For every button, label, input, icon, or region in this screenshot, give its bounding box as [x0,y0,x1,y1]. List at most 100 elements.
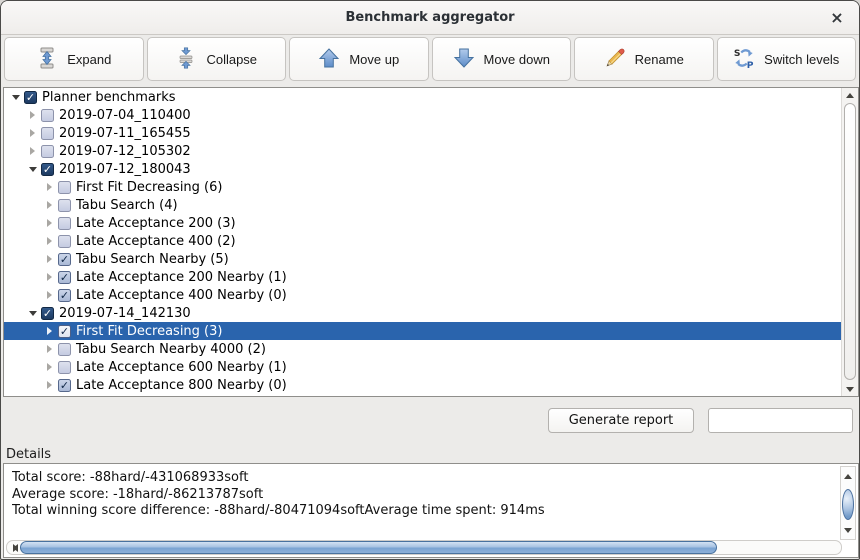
tree-row[interactable]: ✓ 2019-07-12_180043 [4,160,841,178]
tree-row[interactable]: 2019-07-04_110400 [4,106,841,124]
tree-scrollbar-thumb[interactable] [844,103,856,380]
checkbox-checked[interactable]: ✓ [41,307,54,320]
close-icon[interactable]: × [825,5,849,29]
tree-row-label: Late Acceptance 200 (3) [76,216,236,231]
move-up-button[interactable]: Move up [289,37,429,81]
expander-open-icon[interactable] [26,163,39,176]
tree-row-selected[interactable]: ✓ First Fit Decreasing (3) [4,322,841,340]
checkbox-checked[interactable]: ✓ [58,289,71,302]
details-text: Total score: -88hard/-431068933soft Aver… [12,470,834,520]
tree-row[interactable]: Tabu Search (4) [4,196,841,214]
tree-row-label: Tabu Search Nearby 4000 (2) [76,342,266,357]
checkbox-unchecked[interactable] [41,109,54,122]
checkbox-unchecked[interactable] [58,181,71,194]
tree-row-label: First Fit Decreasing (3) [76,324,222,339]
checkbox-unchecked[interactable] [58,217,71,230]
checkbox-unchecked[interactable] [58,343,71,356]
tree-row[interactable]: ✓ Tabu Search Nearby (5) [4,250,841,268]
details-vscroll-thumb[interactable] [842,489,854,520]
collapse-button[interactable]: Collapse [147,37,287,81]
move-down-icon [453,47,475,72]
expander-closed-icon[interactable] [43,379,56,392]
checkbox-unchecked[interactable] [41,145,54,158]
tree-row[interactable]: Late Acceptance 400 (2) [4,232,841,250]
details-vertical-scrollbar[interactable] [840,466,856,540]
expander-closed-icon[interactable] [43,343,56,356]
tree-row[interactable]: ✓ Late Acceptance 800 Nearby (0) [4,376,841,394]
checkbox-unchecked[interactable] [58,199,71,212]
move-down-button-label: Move down [484,52,550,67]
checkbox-checked[interactable]: ✓ [58,379,71,392]
expand-button[interactable]: Expand [4,37,144,81]
collapse-icon [175,47,197,72]
title-bar[interactable]: Benchmark aggregator × [1,1,859,35]
rename-button-label: Rename [635,52,684,67]
tree-row-label: Late Acceptance 200 Nearby (1) [76,270,287,285]
expander-closed-icon[interactable] [26,109,39,122]
tree-row-label: Tabu Search (4) [76,198,178,213]
details-horizontal-scrollbar[interactable] [6,540,842,555]
tree-row-label: 2019-07-12_105302 [59,144,191,159]
tree-row[interactable]: Late Acceptance 200 (3) [4,214,841,232]
scroll-right-icon[interactable] [7,541,23,554]
details-label: Details [6,447,51,462]
checkbox-unchecked[interactable] [58,235,71,248]
tree-row[interactable]: Tabu Search Nearby 4000 (2) [4,340,841,358]
checkbox-checked[interactable]: ✓ [58,325,71,338]
details-hscroll-thumb[interactable] [20,541,717,554]
rename-icon [604,47,626,72]
expander-closed-icon[interactable] [43,199,56,212]
tree-row-label: Late Acceptance 400 Nearby (0) [76,288,287,303]
checkbox-checked[interactable]: ✓ [58,271,71,284]
tree-row[interactable]: Late Acceptance 600 Nearby (1) [4,358,841,376]
expander-closed-icon[interactable] [43,289,56,302]
tree-vertical-scrollbar[interactable] [841,88,858,396]
move-up-button-label: Move up [349,52,399,67]
expander-closed-icon[interactable] [43,271,56,284]
expander-closed-icon[interactable] [43,217,56,230]
checkbox-checked[interactable]: ✓ [58,253,71,266]
tree-row[interactable]: ✓ 2019-07-14_142130 [4,304,841,322]
tree-row[interactable]: ✓ Planner benchmarks [4,88,841,106]
expand-button-label: Expand [67,52,111,67]
expander-closed-icon[interactable] [43,181,56,194]
window-title: Benchmark aggregator [345,10,514,25]
tree-row-label: 2019-07-04_110400 [59,108,191,123]
benchmark-tree: ✓ Planner benchmarks 2019-07-04_110400 2… [3,87,859,397]
expander-closed-icon[interactable] [26,127,39,140]
checkbox-checked[interactable]: ✓ [41,163,54,176]
report-name-field[interactable] [708,408,853,433]
expander-closed-icon[interactable] [43,235,56,248]
scroll-up-icon[interactable] [840,469,856,483]
tree-row[interactable]: 2019-07-12_105302 [4,142,841,160]
expander-open-icon[interactable] [26,307,39,320]
scroll-down-icon[interactable] [842,382,858,396]
move-down-button[interactable]: Move down [432,37,572,81]
scroll-up-icon[interactable] [842,88,858,102]
rename-button[interactable]: Rename [574,37,714,81]
tree-row-label: Late Acceptance 800 Nearby (0) [76,378,287,393]
tree-row[interactable]: ✓ Late Acceptance 200 Nearby (1) [4,268,841,286]
checkbox-unchecked[interactable] [58,361,71,374]
scroll-down-icon[interactable] [840,523,856,537]
checkbox-checked[interactable]: ✓ [24,91,37,104]
switch-levels-button[interactable]: S P Switch levels [717,37,857,81]
app-window: Benchmark aggregator × Expand Collapse [0,0,860,560]
expander-closed-icon[interactable] [43,361,56,374]
tree-row[interactable]: First Fit Decreasing (6) [4,178,841,196]
tree-row-label: Late Acceptance 600 Nearby (1) [76,360,287,375]
expand-icon [36,47,58,72]
toolbar: Expand Collapse Move up Move down [1,37,859,81]
details-panel: Total score: -88hard/-431068933soft Aver… [3,463,859,558]
tree-row[interactable]: 2019-07-11_165455 [4,124,841,142]
switch-levels-button-label: Switch levels [764,52,839,67]
generate-report-button[interactable]: Generate report [548,408,694,433]
expander-closed-icon[interactable] [43,325,56,338]
expander-closed-icon[interactable] [26,145,39,158]
tree-row[interactable]: ✓ Late Acceptance 400 Nearby (0) [4,286,841,304]
details-line: Total score: -88hard/-431068933soft [12,470,834,487]
checkbox-unchecked[interactable] [41,127,54,140]
expander-closed-icon[interactable] [43,253,56,266]
details-line: Total winning score difference: -88hard/… [12,503,834,520]
expander-open-icon[interactable] [9,91,22,104]
